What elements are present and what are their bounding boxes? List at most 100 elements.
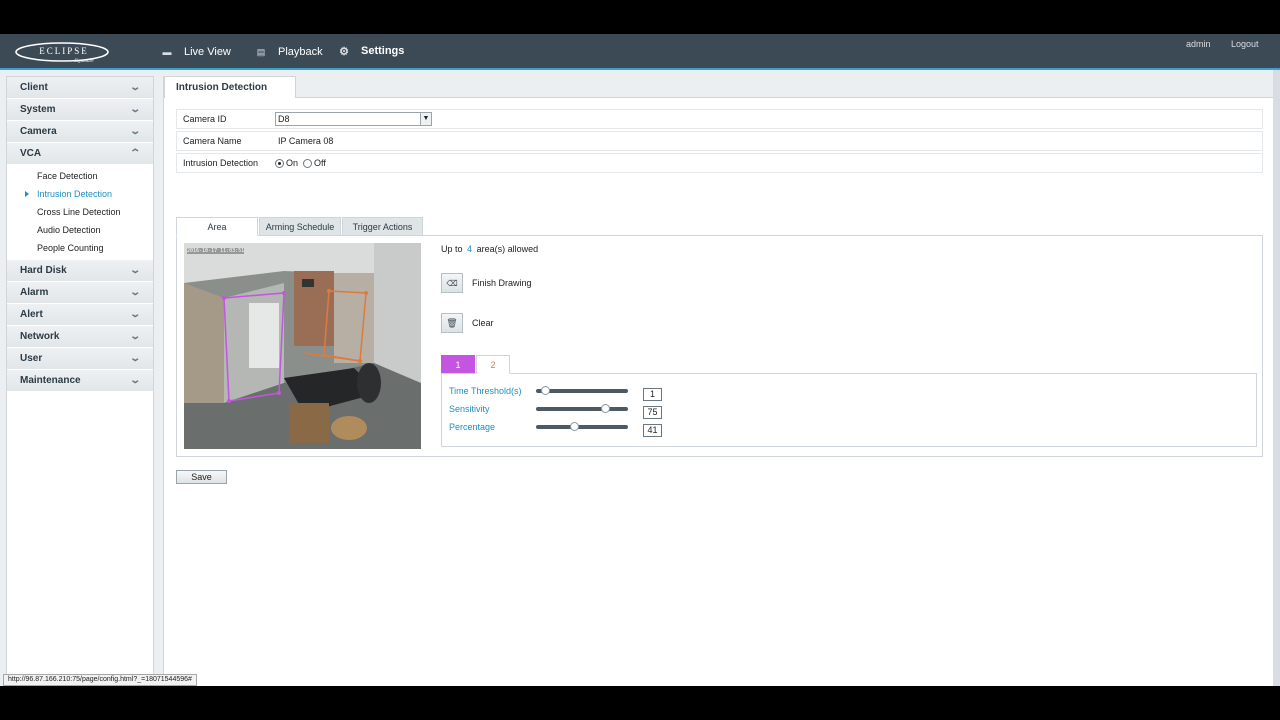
sensitivity-value[interactable]: 75: [643, 406, 662, 419]
area-tab-1[interactable]: 1: [441, 355, 475, 374]
vca-submenu: Face Detection Intrusion Detection Cross…: [7, 165, 153, 260]
main-panel: Intrusion Detection Camera ID D8 ▼ Camer…: [163, 76, 1280, 686]
app-window: ECLIPSE Signature ▬ Live View ▤ Playback…: [0, 34, 1280, 686]
chevron-down-icon[interactable]: ▼: [420, 113, 431, 125]
sidebar-section-client[interactable]: Client ⌄: [7, 77, 153, 99]
camera-name-row: Camera Name IP Camera 08: [176, 131, 1263, 151]
chevron-down-icon: ⌄: [128, 126, 141, 137]
camera-id-row: Camera ID D8 ▼: [176, 109, 1263, 129]
area-settings-box: Time Threshold(s) 1 Sensitivity 75 Perce…: [441, 373, 1257, 447]
video-timestamp: 2016-10-17 11:03:51: [187, 248, 245, 254]
scrollbar[interactable]: [1273, 70, 1280, 686]
tab-strip: [296, 76, 1280, 97]
percentage-slider[interactable]: [536, 422, 628, 431]
eraser-icon: ⌫: [446, 278, 458, 288]
chevron-down-icon: ⌄: [128, 82, 141, 93]
film-icon: ▤: [256, 46, 266, 57]
sidebar-item-people-counting[interactable]: People Counting: [7, 239, 153, 257]
sidebar-item-face-detection[interactable]: Face Detection: [7, 167, 153, 185]
slider-thumb[interactable]: [541, 386, 551, 395]
save-button[interactable]: Save: [176, 470, 227, 484]
radio-dot: [303, 158, 313, 168]
finish-drawing-button[interactable]: ⌫: [441, 273, 463, 293]
camera-video-preview[interactable]: 2016-10-17 11:03:51: [184, 243, 421, 449]
sidebar-item-intrusion-detection[interactable]: Intrusion Detection: [7, 185, 153, 203]
sidebar-section-label: System: [20, 104, 56, 115]
sidebar-section-label: Hard Disk: [20, 265, 67, 276]
logout-link[interactable]: Logout: [1231, 39, 1259, 49]
sidebar-section-camera[interactable]: Camera ⌄: [7, 121, 153, 143]
percentage-value[interactable]: 41: [643, 424, 662, 437]
svg-text:Signature: Signature: [74, 59, 94, 64]
sidebar: Client ⌄ System ⌄ Camera ⌄ VCA ⌃ Face Detect…: [6, 76, 154, 684]
camera-id-value: D8: [278, 114, 290, 124]
user-link[interactable]: admin: [1186, 39, 1211, 49]
sensitivity-slider[interactable]: [536, 404, 628, 413]
nav-playback-label: Playback: [278, 46, 323, 58]
nav-playback[interactable]: ▤ Playback: [254, 34, 323, 70]
sidebar-section-label: Network: [20, 331, 60, 342]
nav-live-view[interactable]: ▬ Live View: [160, 34, 231, 70]
percentage-label: Percentage: [449, 422, 496, 432]
sidebar-section-hard-disk[interactable]: Hard Disk ⌄: [7, 260, 153, 282]
intrusion-on-radio[interactable]: On: [275, 158, 298, 168]
sidebar-section-network[interactable]: Network ⌄: [7, 326, 153, 348]
camera-id-label: Camera ID: [183, 114, 227, 124]
finish-drawing-label[interactable]: Finish Drawing: [472, 278, 532, 288]
chevron-down-icon: ⌄: [128, 353, 141, 364]
radio-dot: [275, 158, 284, 168]
chevron-down-icon: ⌄: [128, 309, 141, 320]
nav-settings-label: Settings: [361, 45, 405, 57]
slider-thumb[interactable]: [601, 404, 610, 413]
sidebar-section-maintenance[interactable]: Maintenance ⌄: [7, 370, 153, 392]
intrusion-detection-row: Intrusion Detection On Off: [176, 153, 1263, 173]
chevron-up-icon: ⌃: [128, 148, 141, 159]
clear-label[interactable]: Clear: [472, 318, 494, 328]
sidebar-section-label: User: [20, 353, 43, 364]
sidebar-section-label: VCA: [20, 148, 42, 159]
area-tab-2[interactable]: 2: [476, 355, 510, 374]
tab-trigger-actions[interactable]: Trigger Actions: [342, 217, 423, 236]
off-label: Off: [314, 158, 326, 168]
chevron-down-icon: ⌄: [128, 104, 141, 115]
sidebar-section-user[interactable]: User ⌄: [7, 348, 153, 370]
camera-id-select[interactable]: D8 ▼: [275, 112, 432, 126]
areas-suffix: area(s) allowed: [476, 244, 539, 254]
sidebar-section-alarm[interactable]: Alarm ⌄: [7, 282, 153, 304]
areas-count: 4: [467, 244, 473, 254]
clear-button[interactable]: 🗑: [441, 313, 463, 333]
sidebar-section-system[interactable]: System ⌄: [7, 99, 153, 121]
tab-divider: [164, 97, 1280, 98]
chevron-down-icon: ⌄: [128, 265, 141, 276]
monitor-icon: ▬: [162, 47, 172, 57]
status-url-tooltip: http://96.87.166.210:75/page/config.html…: [3, 674, 197, 686]
tab-area[interactable]: Area: [176, 217, 258, 236]
video-frame: [184, 243, 421, 449]
sidebar-section-label: Alert: [20, 309, 43, 320]
areas-allowed-text: Up to 4 area(s) allowed: [441, 244, 538, 254]
intrusion-off-radio[interactable]: Off: [303, 158, 326, 168]
intrusion-detection-label: Intrusion Detection: [183, 158, 259, 168]
time-threshold-value[interactable]: 1: [643, 388, 662, 401]
nav-live-view-label: Live View: [184, 46, 231, 58]
camera-name-label: Camera Name: [183, 136, 242, 146]
sidebar-section-alert[interactable]: Alert ⌄: [7, 304, 153, 326]
svg-text:ECLIPSE: ECLIPSE: [39, 46, 89, 56]
areas-prefix: Up to: [441, 244, 463, 254]
sensitivity-label: Sensitivity: [449, 404, 490, 414]
sidebar-section-label: Maintenance: [20, 375, 81, 386]
chevron-down-icon: ⌄: [128, 287, 141, 298]
slider-thumb[interactable]: [569, 422, 579, 431]
nav-settings[interactable]: ⚙ Settings: [337, 34, 418, 70]
eclipse-logo: ECLIPSE Signature: [15, 42, 109, 64]
gear-icon: ⚙: [339, 45, 349, 58]
tab-intrusion-detection[interactable]: Intrusion Detection: [164, 76, 296, 98]
sidebar-item-cross-line-detection[interactable]: Cross Line Detection: [7, 203, 153, 221]
tab-arming-schedule[interactable]: Arming Schedule: [259, 217, 341, 236]
time-threshold-label: Time Threshold(s): [449, 386, 522, 396]
sidebar-section-vca[interactable]: VCA ⌃: [7, 143, 153, 165]
chevron-down-icon: ⌄: [128, 375, 141, 386]
time-threshold-slider[interactable]: [536, 386, 628, 395]
top-nav-bar: ECLIPSE Signature ▬ Live View ▤ Playback…: [0, 34, 1280, 70]
sidebar-item-audio-detection[interactable]: Audio Detection: [7, 221, 153, 239]
